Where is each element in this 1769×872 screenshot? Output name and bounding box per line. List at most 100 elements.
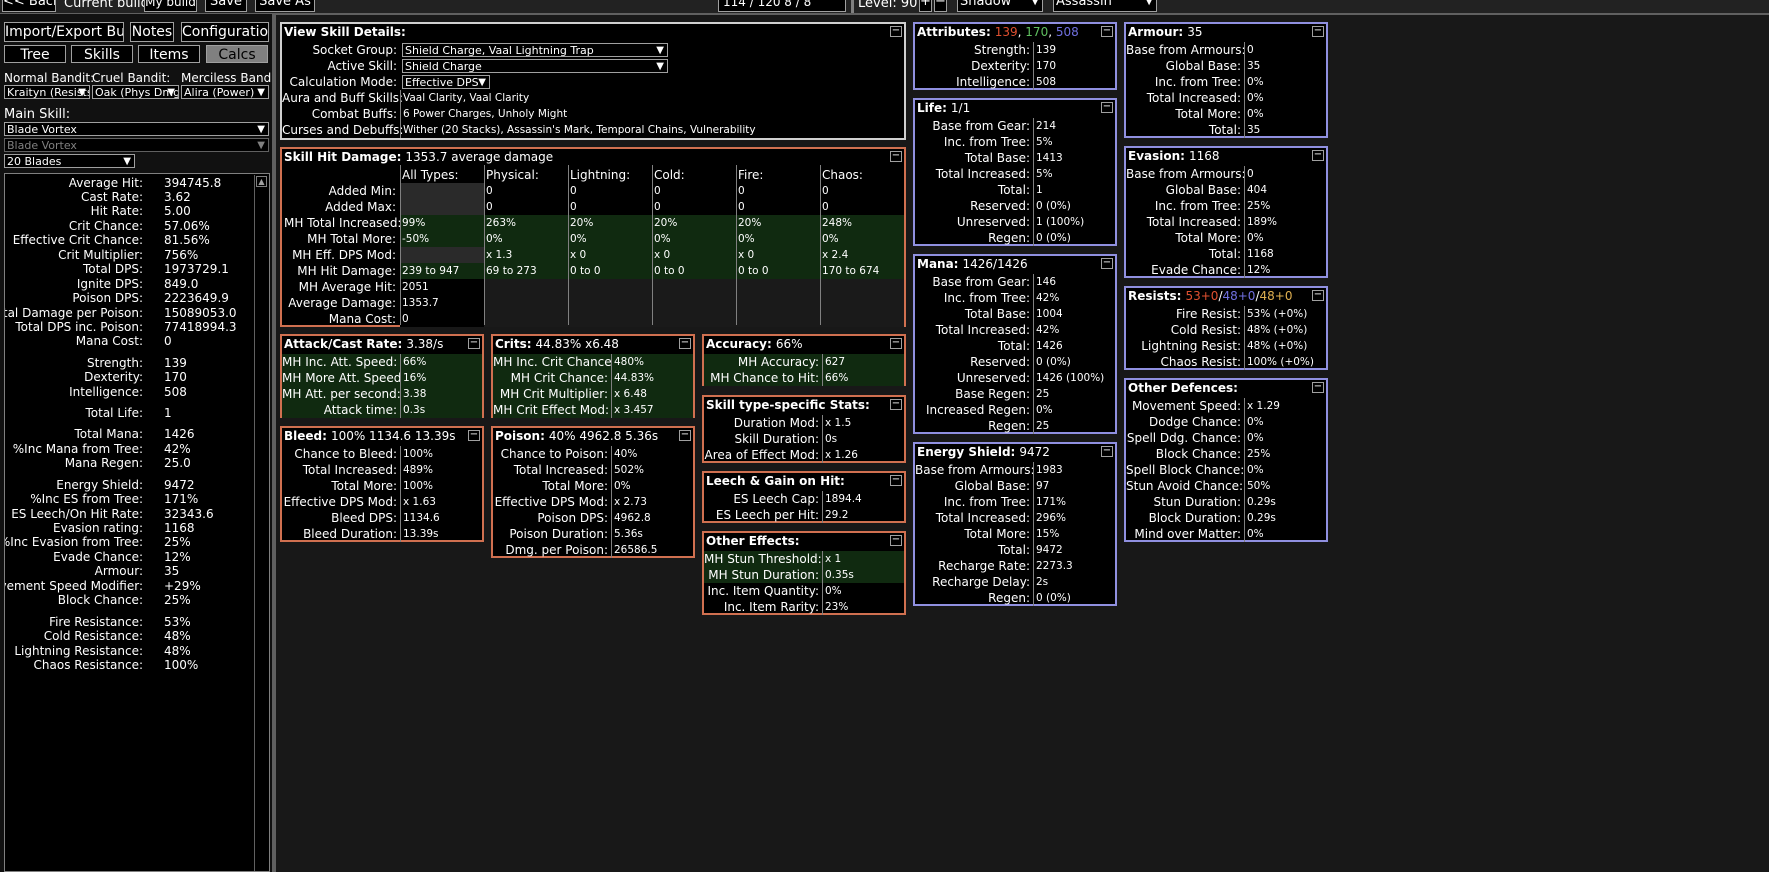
row-value: 0.29s [1244,494,1326,510]
stat-row: Evade Chance: 12% [5,550,255,564]
cell: 0 [486,185,493,197]
row-label: Base from Armours: [1126,43,1246,57]
column-header: Cold: [654,168,685,182]
row-label: MH Stun Duration: [708,568,819,582]
cell: 0% [652,231,736,247]
collapse-icon[interactable]: − [1101,446,1113,457]
socket-group-dropdown[interactable]: Shield Charge, Vaal Lightning Trap ▼ [402,43,668,57]
stat-value: 77418994.3 [164,320,237,334]
collapse-icon[interactable]: − [1101,26,1113,37]
row-value: 146 [1033,274,1115,290]
chevron-down-icon: ▼ [656,61,664,72]
row-value: 1134.6 [400,510,482,526]
import-export-button[interactable]: Import/Export Build [4,22,124,42]
stat-label: Armour: [94,564,143,578]
row-value: x 6.48 [611,386,693,402]
build-name-field[interactable]: My build [144,0,197,12]
row-label: Dmg. per Poison: [505,543,608,557]
scroll-up-icon[interactable]: ▲ [256,176,267,187]
life-section: Life: 1/1 − Base from Gear: 214 Inc. from Tre… [913,98,1117,246]
row-value: 23% [822,599,904,615]
collapse-icon[interactable]: − [890,26,902,37]
row-value: 0% [1244,414,1326,430]
collapse-icon[interactable]: − [1101,102,1113,113]
section-header: Evasion: 1168 − [1126,148,1326,164]
collapse-icon[interactable]: − [1312,382,1324,393]
row-label: Stun Avoid Chance: [1126,479,1244,493]
collapse-icon[interactable]: − [679,338,691,349]
stat-row: MH Inc. Crit Chance: 480% [493,354,693,370]
row-value: 40% [611,446,693,462]
row-label: Chance to Bleed: [294,447,397,461]
row-value: 42% [1033,322,1115,338]
collapse-icon[interactable]: − [1312,26,1324,37]
stat-value: 48% [164,629,191,643]
scrollbar[interactable]: ▲ [254,175,268,871]
tab-tree[interactable]: Tree [4,45,66,63]
collapse-icon[interactable]: − [1312,150,1324,161]
cruel-bandit-dropdown[interactable]: Oak (Phys Dmg) ▼ [92,85,179,99]
collapse-icon[interactable]: − [468,338,480,349]
tab-calcs[interactable]: Calcs [206,45,268,63]
collapse-icon[interactable]: − [468,430,480,441]
row-label: Area of Effect Mod: [704,448,819,462]
collapse-icon[interactable]: − [890,475,902,486]
level-minus-button[interactable]: − [934,0,947,12]
normal-bandit-dropdown[interactable]: Kraityn (Resists) ▼ [4,85,90,99]
row-label: Global Base: [1165,183,1241,197]
grid-line [652,165,653,325]
merciless-bandit-dropdown[interactable]: Alira (Power) ▼ [181,85,269,99]
row-label: Total Base: [964,151,1030,165]
stat-row: Total: 1 [915,182,1115,198]
row-value: 5% [1033,166,1115,182]
section-title: Accuracy: [706,337,772,351]
stat-row: MH Crit Effect Mod: x 3.457 [493,402,693,418]
notes-button[interactable]: Notes [130,22,174,42]
collapse-icon[interactable]: − [890,338,902,349]
stat-row: MH Crit Chance: 44.83% [493,370,693,386]
collapse-icon[interactable]: − [890,151,902,162]
stat-row: Intelligence: 508 [915,74,1115,90]
collapse-icon[interactable]: − [890,535,902,546]
section-title: Life: [917,101,947,115]
cell: 0 [400,311,484,327]
row-label: Duration Mod: [733,416,819,430]
crits-section: Crits: 44.83% x6.48 − MH Inc. Crit Chance: 4… [491,334,695,418]
back-button[interactable]: << Back [2,0,56,12]
main-skill-dropdown[interactable]: Blade Vortex ▼ [4,122,269,136]
row-label: Block Chance: [1155,447,1241,461]
row-value: 480% [611,354,693,370]
collapse-icon[interactable]: − [890,399,902,410]
row-value: 0.35s [822,567,904,583]
row-label: Total Increased: [513,463,608,477]
row-value: x 3.457 [611,402,693,418]
tab-skills[interactable]: Skills [71,45,133,63]
stat-row: Total More: 0% [493,478,693,494]
stat-row: MH Chance to Hit: 66% [704,370,904,386]
stat-value: 1 [164,406,172,420]
stat-label: Total Life: [85,406,143,420]
collapse-icon[interactable]: − [1312,290,1324,301]
active-skill-dropdown[interactable]: Shield Charge ▼ [402,59,668,73]
configuration-button[interactable]: Configuration [181,22,269,42]
stat-value: 0 [164,334,172,348]
row-label: Chance to Poison: [500,447,608,461]
row-label: ES Leech Cap: [733,492,819,506]
stat-row: Regen: 0 (0%) [915,590,1115,606]
class-dropdown[interactable]: Shadow ▼ [957,0,1043,12]
collapse-icon[interactable]: − [1101,258,1113,269]
ascendancy-dropdown[interactable]: Assassin ▼ [1053,0,1157,12]
save-as-button[interactable]: Save As [255,0,315,12]
save-button[interactable]: Save [205,0,247,12]
tab-items[interactable]: Items [138,45,200,63]
level-plus-button[interactable]: + [919,0,932,12]
stage-dropdown[interactable]: 20 Blades ▼ [4,154,135,168]
collapse-icon[interactable]: − [679,430,691,441]
stat-row: MH Stun Duration: 0.35s [704,567,904,583]
stat-label: Mana Regen: [64,456,143,470]
accuracy-section: Accuracy: 66% − MH Accuracy: 627 MH Chance to… [702,334,906,386]
calc-mode-dropdown[interactable]: Effective DPS ▼ [402,75,490,89]
row-value: 13.39s [400,526,482,542]
row-label: MH Crit Chance: [510,371,608,385]
row-value: 25% [1244,198,1326,214]
